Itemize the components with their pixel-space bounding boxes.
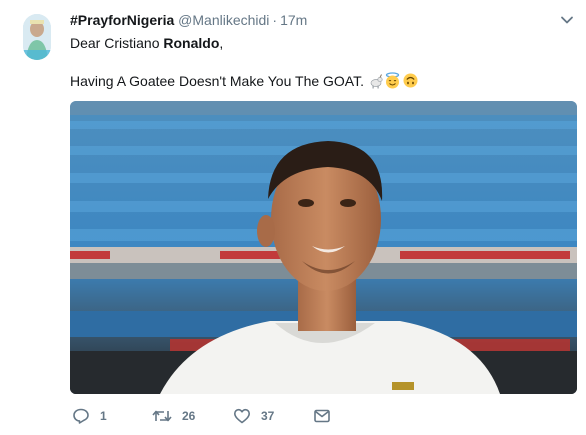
- like-button[interactable]: 37: [233, 405, 274, 427]
- like-count: 37: [261, 409, 275, 423]
- retweet-icon: [152, 407, 172, 425]
- username-handle[interactable]: @Manlikechidi: [178, 12, 269, 28]
- reply-icon: [72, 407, 90, 425]
- chevron-down-icon[interactable]: [560, 13, 574, 27]
- tweet-actions: 1 26 37: [70, 405, 490, 427]
- tweet-card[interactable]: #PrayforNigeria @Manlikechidi · 17m Dear C…: [0, 0, 586, 435]
- greeting-text: Dear Cristiano: [70, 35, 164, 51]
- display-name[interactable]: #PrayforNigeria: [70, 12, 174, 28]
- timestamp[interactable]: 17m: [280, 12, 307, 28]
- reply-button[interactable]: 1: [72, 405, 107, 427]
- separator-dot: ·: [272, 12, 278, 28]
- tweet-text-line-2: Having A Goatee Doesn't Make You The GOA…: [70, 72, 419, 93]
- tweet-text: Having A Goatee Doesn't Make You The GOA…: [70, 73, 364, 89]
- upside-down-face-emoji: [402, 72, 419, 93]
- comma: ,: [219, 35, 224, 51]
- retweet-button[interactable]: 26: [152, 405, 195, 427]
- tweet-photo[interactable]: [70, 101, 577, 394]
- goat-emoji: [369, 73, 383, 93]
- heart-icon: [233, 407, 251, 425]
- direct-message-button[interactable]: [313, 405, 331, 427]
- highlighted-name: Ronaldo: [163, 35, 220, 51]
- envelope-icon: [313, 407, 331, 425]
- smiling-face-with-halo-emoji: [384, 72, 401, 93]
- tweet-header: #PrayforNigeria @Manlikechidi · 17m: [70, 11, 307, 29]
- retweet-count: 26: [182, 409, 196, 423]
- tweet-text-line-1: Dear Cristiano Ronaldo,: [70, 34, 223, 52]
- reply-count: 1: [100, 409, 107, 423]
- avatar[interactable]: [23, 14, 51, 60]
